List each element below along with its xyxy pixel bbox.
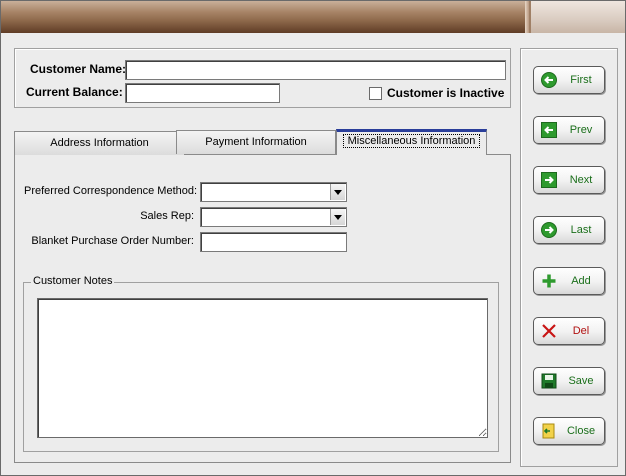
tab-address-information[interactable]: Address Information: [14, 131, 185, 155]
close-button-label: Close: [566, 425, 596, 437]
arrow-left-circle-icon: [541, 72, 557, 88]
sales-rep-dropdown-button[interactable]: [330, 209, 345, 225]
tab-miscellaneous-information[interactable]: Miscellaneous Information: [336, 129, 487, 155]
current-balance-label: Current Balance:: [26, 85, 123, 99]
door-exit-icon: [542, 423, 555, 439]
arrow-right-circle-icon: [541, 222, 557, 238]
current-balance-input[interactable]: [125, 83, 280, 103]
last-button[interactable]: Last: [533, 216, 605, 244]
plus-icon: [542, 274, 556, 288]
add-button-label: Add: [571, 275, 591, 287]
first-button[interactable]: First: [533, 66, 605, 94]
floppy-disk-icon: [541, 373, 557, 389]
delete-button[interactable]: Del: [533, 317, 605, 345]
customer-notes-label: Customer Notes: [31, 275, 115, 287]
preferred-correspondence-label: Preferred Correspondence Method:: [24, 185, 198, 197]
preferred-correspondence-dropdown-button[interactable]: [330, 184, 345, 200]
close-button[interactable]: Close: [533, 417, 605, 445]
preferred-correspondence-select[interactable]: [200, 182, 347, 202]
arrow-left-square-icon: [541, 122, 557, 138]
first-button-label: First: [570, 74, 592, 86]
blanket-po-label: Blanket Purchase Order Number:: [31, 235, 194, 247]
customer-name-input[interactable]: [125, 60, 506, 80]
next-button[interactable]: Next: [533, 166, 605, 194]
chevron-down-icon: [334, 214, 342, 220]
tab-payment-information-label: Payment Information: [205, 136, 307, 148]
blanket-po-input[interactable]: [200, 232, 347, 252]
customer-notes-textarea[interactable]: [37, 298, 488, 438]
last-button-label: Last: [570, 224, 592, 236]
tab-payment-information[interactable]: Payment Information: [176, 130, 336, 154]
customer-name-label: Customer Name:: [30, 62, 127, 76]
sales-rep-select[interactable]: [200, 207, 347, 227]
title-bar-controls: [529, 1, 625, 33]
tab-address-information-label: Address Information: [50, 137, 149, 149]
add-button[interactable]: Add: [533, 267, 605, 295]
close-icon: [542, 324, 556, 338]
tab-miscellaneous-information-label: Miscellaneous Information: [342, 134, 481, 148]
prev-button[interactable]: Prev: [533, 116, 605, 144]
prev-button-label: Prev: [569, 124, 593, 136]
next-button-label: Next: [569, 174, 593, 186]
customer-inactive-checkbox[interactable]: [369, 87, 382, 100]
save-button[interactable]: Save: [533, 367, 605, 395]
save-button-label: Save: [568, 375, 594, 387]
delete-button-label: Del: [572, 325, 590, 337]
customer-inactive-label[interactable]: Customer is Inactive: [387, 86, 504, 100]
arrow-right-square-icon: [541, 172, 557, 188]
chevron-down-icon: [334, 189, 342, 195]
sales-rep-label: Sales Rep:: [140, 210, 194, 222]
navigation-panel: [520, 48, 618, 467]
